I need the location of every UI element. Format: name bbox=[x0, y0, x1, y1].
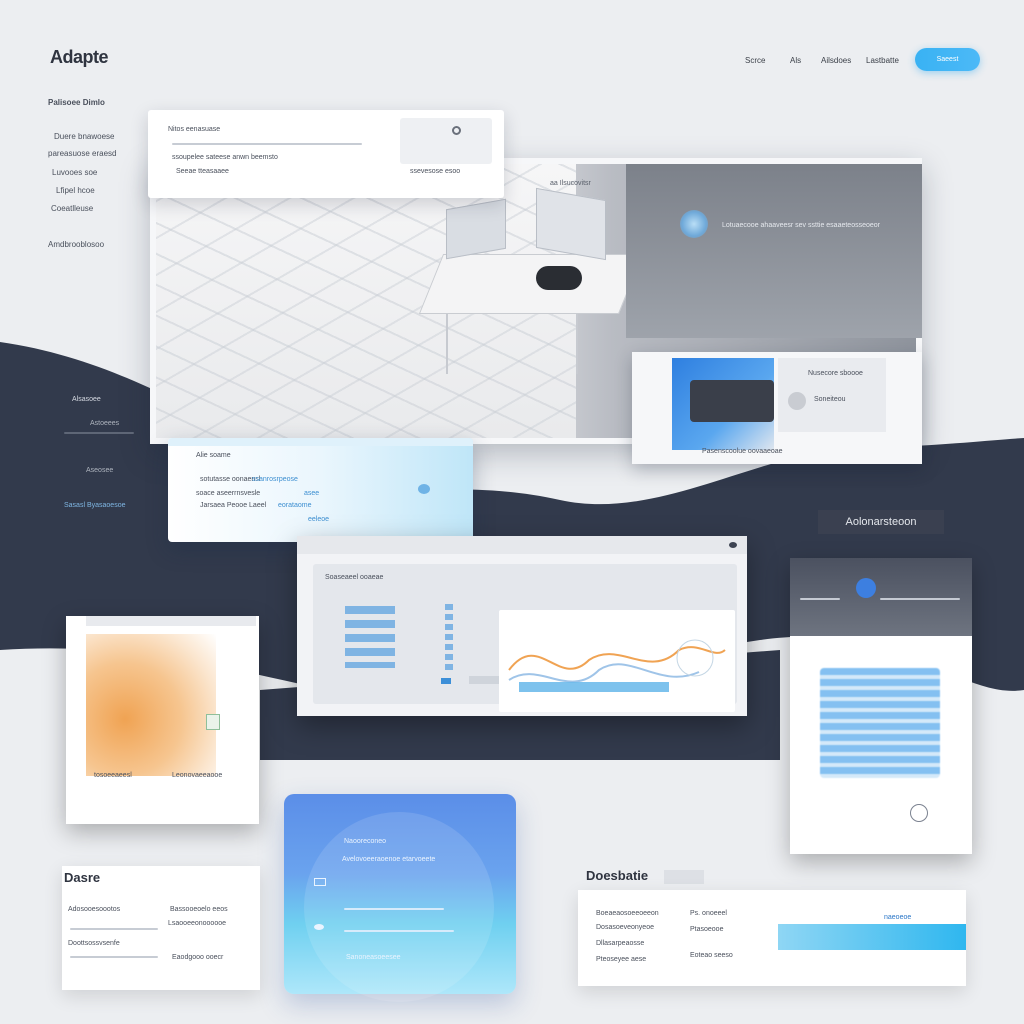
heading-tag-bg bbox=[664, 870, 704, 884]
desk-illustration bbox=[418, 254, 644, 314]
inset-label: Nusecore sboooe bbox=[808, 370, 863, 377]
orange-graphic bbox=[86, 634, 216, 776]
bottom-right-side-2[interactable]: Ptasoeooe bbox=[690, 926, 723, 933]
circle-icon bbox=[788, 392, 806, 410]
stacked-bars bbox=[820, 668, 940, 778]
sidebar-line-3[interactable]: Luvooes soe bbox=[52, 168, 97, 177]
sidebar-line-5[interactable]: Coeatlleuse bbox=[51, 204, 93, 213]
document-icon[interactable] bbox=[910, 804, 928, 822]
bottom-right-row-4: Pteoseyee aese bbox=[596, 956, 647, 963]
top-card-preview bbox=[400, 118, 492, 164]
dashboard-body: Soaseaeel ooaeae bbox=[313, 564, 737, 712]
inset-info-card: Nusecore sboooe Soneiteou bbox=[778, 358, 886, 432]
blue-info-panel[interactable]: Alie soame sotutasse oonaensl soace asee… bbox=[168, 438, 473, 542]
hero-inset-card[interactable]: Nusecore sboooe Soneiteou Pasenscoolue o… bbox=[632, 352, 922, 464]
sidebar-heading: Palisoee Dimlo bbox=[48, 98, 105, 107]
room-background bbox=[626, 164, 922, 338]
hero-headline: Lotuaecooe ahaaveesr sev ssttie esaaeteo… bbox=[722, 222, 880, 229]
bottom-left-heading: Dasre bbox=[64, 870, 101, 885]
grid-icon bbox=[314, 878, 326, 886]
eye-icon bbox=[314, 924, 324, 930]
bottom-left-title: Adosooesoootos bbox=[68, 906, 121, 913]
bottom-right-tag: naeoeoe bbox=[884, 914, 912, 921]
scroll-marker[interactable] bbox=[441, 678, 451, 684]
screen-preview bbox=[672, 358, 774, 450]
right-data-card[interactable] bbox=[790, 558, 972, 854]
cloud-icon bbox=[418, 484, 430, 494]
bottom-right-side-1[interactable]: Ps. onoeeel bbox=[690, 910, 727, 917]
mini-bar-list bbox=[445, 604, 453, 672]
sidebar-footer[interactable]: Amdbrooblosoo bbox=[48, 240, 104, 249]
header-cta-button[interactable]: Saeest bbox=[915, 48, 980, 71]
bottom-right-side-3[interactable]: Eoteao seeso bbox=[690, 952, 733, 959]
blue-panel-title: Alie soame bbox=[196, 452, 231, 459]
search-icon[interactable] bbox=[452, 126, 461, 135]
blue-panel-row-2: soace aseerrnsvesle bbox=[196, 490, 261, 497]
bottom-left-row-2: Lsaooeeonoooooe bbox=[168, 920, 227, 927]
orange-card-label-1: tosoeeaeesl bbox=[94, 772, 132, 779]
top-card-left-label: Seeae tteasaaee bbox=[176, 168, 229, 175]
monitor-illustration bbox=[536, 187, 606, 261]
dashboard-title: Soaseaeel ooaeae bbox=[325, 574, 384, 581]
blob-title: Naooreconeo bbox=[344, 838, 387, 845]
inset-button[interactable]: Soneiteou bbox=[814, 396, 846, 403]
bar-list bbox=[345, 606, 395, 668]
bottom-right-row-1: Boeaeaosoeeoeeon bbox=[596, 910, 659, 917]
blue-panel-right-1[interactable]: ssanrosrpeose bbox=[252, 476, 298, 483]
hero-caption: aa Ilsucovitsr bbox=[550, 180, 591, 187]
blue-panel-right-2[interactable]: asee bbox=[304, 490, 319, 497]
right-card-header bbox=[790, 558, 972, 636]
blue-panel-row-3: Jarsaea Peooe Laeel bbox=[200, 502, 267, 509]
nav-link-3[interactable]: Ailsdoes bbox=[821, 56, 851, 65]
top-card-line: ssoupelee sateese anwn beemsto bbox=[172, 154, 278, 161]
bottom-left-card[interactable]: Dasre Adosooesoootos Bassooeoelo eeos Ls… bbox=[62, 866, 260, 990]
dark-section-link[interactable]: Sasasl Byasaoesoe bbox=[64, 502, 125, 509]
dark-section-title: Alsasoee bbox=[72, 396, 101, 403]
user-avatar[interactable] bbox=[856, 578, 876, 598]
top-floating-card[interactable]: Nitos eenasuase ssoupelee sateese anwn b… bbox=[148, 110, 504, 198]
glow-orb-icon bbox=[680, 210, 708, 238]
line-chart bbox=[499, 610, 735, 712]
app-logo[interactable]: Adapte bbox=[50, 47, 109, 68]
bottom-right-card[interactable]: Boeaeaosoeeoeeon Dosasoeveonyeoe Dllasar… bbox=[578, 890, 966, 986]
nav-link-1[interactable]: Scrce bbox=[745, 56, 765, 65]
dark-section-line-2: Aseosee bbox=[86, 467, 114, 474]
device-illustration bbox=[536, 266, 582, 290]
bottom-right-row-3: Dllasarpeaosse bbox=[596, 940, 645, 947]
bottom-left-row-3: Doottsossvsenfe bbox=[68, 940, 120, 947]
sidebar-line-1[interactable]: Duere bnawoese bbox=[54, 132, 114, 141]
sidebar-line-2[interactable]: pareasuose eraesd bbox=[48, 149, 117, 158]
laptop-illustration bbox=[446, 198, 506, 260]
top-card-right-label: ssevesose esoo bbox=[410, 168, 461, 175]
bottom-right-heading: Doesbatie bbox=[586, 868, 649, 883]
inset-row: Pasenscoolue oovaaeoae bbox=[702, 448, 783, 455]
sidebar-line-4[interactable]: Lfipel hcoe bbox=[56, 186, 95, 195]
file-icon bbox=[206, 714, 220, 730]
bottom-right-row-2: Dosasoeveonyeoe bbox=[596, 924, 654, 931]
dark-section-line-1: Astoeees bbox=[90, 420, 120, 427]
window-dot-icon[interactable] bbox=[729, 542, 737, 548]
section-label-chip: Aolonarsteoon bbox=[818, 510, 944, 534]
nav-link-4[interactable]: Lastbatte bbox=[866, 56, 899, 65]
blue-panel-right-4[interactable]: eeleoe bbox=[308, 516, 329, 523]
bottom-left-row-4: Eaodgooo ooecr bbox=[172, 954, 224, 961]
top-card-title: Nitos eenasuase bbox=[168, 126, 221, 133]
blue-progress-bar bbox=[778, 924, 966, 950]
orange-card-label-2: Leonovaeeaooe bbox=[172, 772, 223, 779]
blue-panel-right-3[interactable]: eorataome bbox=[278, 502, 311, 509]
orange-media-card[interactable]: tosoeeaeesl Leonovaeeaooe bbox=[66, 616, 259, 824]
blob-subtitle: Avelovoeeraoenoe etarvoeete bbox=[342, 856, 436, 863]
nav-link-2[interactable]: Als bbox=[790, 56, 801, 65]
analytics-dashboard-card[interactable]: Soaseaeel ooaeae bbox=[297, 536, 747, 716]
blob-line: Sanoneasoeesee bbox=[346, 954, 401, 961]
blue-feature-card[interactable]: Naooreconeo Avelovoeeraoenoe etarvoeete … bbox=[284, 794, 516, 1002]
bottom-left-row-1: Bassooeoelo eeos bbox=[170, 906, 228, 913]
